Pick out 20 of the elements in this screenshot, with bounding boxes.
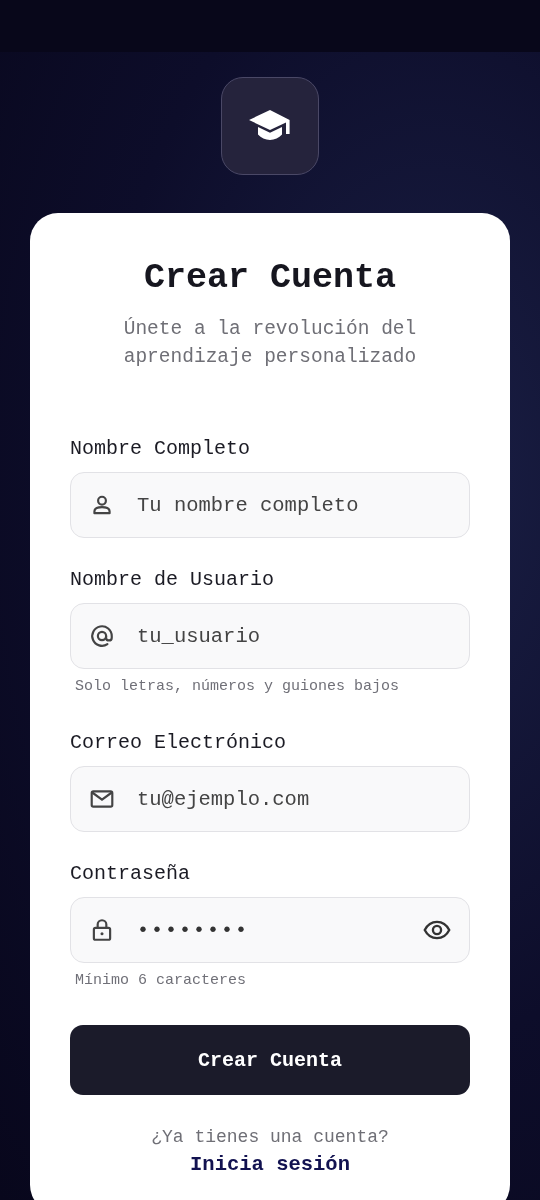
input-field[interactable]: Tu nombre completo bbox=[70, 472, 470, 538]
login-link[interactable]: Inicia sesión bbox=[190, 1153, 350, 1176]
hint-text: Solo letras, números y guiones bajos bbox=[75, 678, 400, 695]
input-field[interactable]: tu_usuario bbox=[70, 603, 470, 669]
at-sign-icon bbox=[89, 623, 115, 649]
text-input[interactable]: tu_usuario bbox=[137, 624, 451, 648]
field-label: Contraseña bbox=[70, 862, 191, 885]
field-label: Nombre de Usuario bbox=[70, 568, 275, 591]
title: Crear Cuenta bbox=[142, 257, 397, 300]
text-input[interactable]: Tu nombre completo bbox=[137, 493, 451, 517]
hint-text: Mínimo 6 caracteres bbox=[75, 972, 247, 989]
text-input[interactable]: tu@ejemplo.com bbox=[137, 787, 451, 811]
field-label: Nombre Completo bbox=[70, 437, 251, 460]
create-account-button[interactable]: Crear Cuenta bbox=[70, 1025, 470, 1095]
login-prompt: ¿Ya tienes una cuenta? bbox=[151, 1127, 389, 1147]
password-input[interactable]: •••••••• bbox=[137, 918, 401, 942]
subtitle: Únete a la revolución del aprendizaje personalizado bbox=[122, 316, 418, 370]
input-field[interactable]: •••••••• bbox=[70, 897, 470, 963]
input-field[interactable]: tu@ejemplo.com bbox=[70, 766, 470, 832]
field-label: Correo Electrónico bbox=[70, 731, 287, 754]
